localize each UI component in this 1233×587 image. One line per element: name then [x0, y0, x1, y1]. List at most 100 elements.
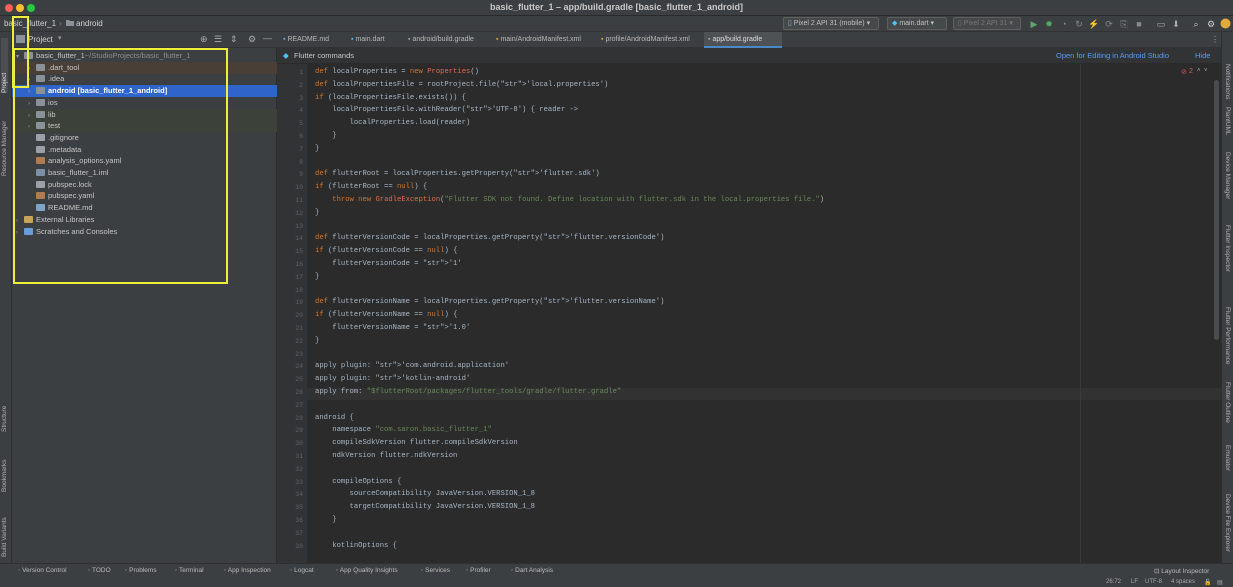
- flutter-attach-icon[interactable]: ⎘: [1118, 18, 1130, 30]
- editor-tab-label: main/AndroidManifest.xml: [500, 36, 581, 43]
- search-icon[interactable]: ⌕: [1190, 18, 1202, 30]
- code-line[interactable]: flutterVersionName = "str">'1.0': [315, 324, 470, 332]
- status-tool-button[interactable]: ◦ Logcat: [290, 567, 314, 574]
- editor-scrollbar[interactable]: [1214, 80, 1219, 340]
- emulator-tool-button[interactable]: Emulator: [1224, 445, 1231, 471]
- file-encoding[interactable]: UTF-8: [1145, 579, 1162, 585]
- code-line[interactable]: if (flutterVersionName == null) {: [315, 311, 457, 319]
- plantuml-tool-button[interactable]: PlantUML: [1224, 107, 1231, 136]
- status-tool-button[interactable]: ◦ Dart Analysis: [511, 567, 553, 574]
- bookmarks-tool-button[interactable]: Bookmarks: [1, 447, 8, 492]
- memory-indicator-icon[interactable]: ▤: [1217, 579, 1223, 586]
- settings-icon[interactable]: ⚙: [1205, 18, 1217, 30]
- chevron-down-icon[interactable]: ▾: [58, 34, 62, 42]
- device-manager-tool-button[interactable]: Device Manager: [1224, 152, 1231, 199]
- code-line[interactable]: ndkVersion flutter.ndkVersion: [315, 452, 457, 460]
- code-line[interactable]: apply plugin: "str">'com.android.applica…: [315, 362, 509, 370]
- debug-icon[interactable]: ✹: [1043, 18, 1055, 30]
- locate-icon[interactable]: ⊕: [200, 34, 208, 45]
- flutter-performance-tool-button[interactable]: Flutter Performance: [1224, 307, 1231, 364]
- hot-reload-icon[interactable]: ⚡: [1088, 18, 1100, 30]
- hot-restart-icon[interactable]: ⟳: [1103, 18, 1115, 30]
- editor-tab[interactable]: ▪ main/AndroidManifest.xml: [492, 32, 595, 48]
- code-line[interactable]: namespace "com.saron.basic_flutter_1": [315, 426, 492, 434]
- project-tool-button[interactable]: Project: [1, 38, 8, 93]
- code-line[interactable]: apply from: "$flutterRoot/packages/flutt…: [315, 388, 621, 396]
- code-line[interactable]: }: [315, 132, 336, 140]
- code-line[interactable]: compileSdkVersion flutter.compileSdkVers…: [315, 439, 517, 447]
- layout-inspector-label: Layout Inspector: [1161, 568, 1210, 575]
- chevron-down-icon[interactable]: ˅: [1204, 68, 1208, 74]
- code-line[interactable]: }: [315, 145, 319, 153]
- run-config-selector[interactable]: ◆ main.dart ▾: [887, 17, 947, 30]
- status-tool-button[interactable]: ◦ App Quality Insights: [336, 567, 398, 574]
- attach-debugger-icon[interactable]: ↻: [1073, 18, 1085, 30]
- code-line[interactable]: kotlinOptions {: [315, 542, 397, 550]
- code-line[interactable]: def flutterRoot = localProperties.getPro…: [315, 170, 600, 178]
- chevron-up-icon[interactable]: ˄: [1197, 68, 1201, 74]
- collapse-all-icon[interactable]: ⇕: [230, 34, 238, 45]
- cursor-position[interactable]: 26:72: [1106, 579, 1121, 585]
- status-tool-button[interactable]: ◦ Problems: [125, 567, 157, 574]
- status-tool-button[interactable]: ◦ Services: [421, 567, 450, 574]
- open-for-editing-link[interactable]: Open for Editing in Android Studio: [1056, 48, 1169, 64]
- device-file-explorer-tool-button[interactable]: Device File Explorer: [1224, 494, 1231, 552]
- flutter-inspector-tool-button[interactable]: Flutter Inspector: [1224, 225, 1231, 272]
- code-line[interactable]: throw new GradleException("Flutter SDK n…: [315, 196, 824, 204]
- indent-setting[interactable]: 4 spaces: [1171, 579, 1195, 585]
- layout-inspector-button[interactable]: ⊡ Layout Inspector: [1154, 567, 1209, 575]
- code-line[interactable]: android {: [315, 414, 354, 422]
- lock-icon[interactable]: 🔓: [1204, 579, 1211, 586]
- code-line[interactable]: localProperties.load(reader): [315, 119, 471, 127]
- code-line[interactable]: compileOptions {: [315, 478, 401, 486]
- status-tool-button[interactable]: ◦ Profiler: [466, 567, 491, 574]
- status-tool-button[interactable]: ◦ Terminal: [175, 567, 204, 574]
- notifications-tool-button[interactable]: Notifications: [1224, 64, 1231, 99]
- code-line[interactable]: localPropertiesFile.withReader("str">'UT…: [315, 106, 578, 114]
- editor-tab[interactable]: ▪ README.md: [279, 32, 345, 48]
- code-line[interactable]: flutterVersionCode = "str">'1': [315, 260, 461, 268]
- stop-icon[interactable]: ■: [1133, 18, 1145, 30]
- gear-icon[interactable]: ⚙: [248, 34, 256, 45]
- avatar[interactable]: [1219, 18, 1231, 30]
- code-line[interactable]: if (localPropertiesFile.exists()) {: [315, 94, 466, 102]
- code-line[interactable]: if (flutterVersionCode == null) {: [315, 247, 457, 255]
- code-line[interactable]: }: [315, 273, 319, 281]
- build-variants-tool-button[interactable]: Build Variants: [1, 502, 8, 557]
- device-manager-icon[interactable]: ▭: [1155, 18, 1167, 30]
- code-line[interactable]: targetCompatibility JavaVersion.VERSION_…: [315, 503, 535, 511]
- target-selector[interactable]: ▯ Pixel 2 API 31 ▾: [953, 17, 1021, 30]
- structure-tool-button[interactable]: Structure: [1, 392, 8, 432]
- sdk-manager-icon[interactable]: ⬇: [1170, 18, 1182, 30]
- expand-all-icon[interactable]: ☰: [214, 34, 222, 45]
- code-line[interactable]: if (flutterRoot == null) {: [315, 183, 427, 191]
- code-line[interactable]: }: [315, 337, 319, 345]
- run-icon[interactable]: ▶: [1028, 18, 1040, 30]
- more-tabs-icon[interactable]: ⋮: [1211, 35, 1219, 44]
- warning-icon[interactable]: ⊘: [1181, 68, 1187, 76]
- profile-icon[interactable]: ◔: [1058, 18, 1070, 30]
- code-line[interactable]: }: [315, 209, 319, 217]
- status-tool-button[interactable]: ◦ TODO: [88, 567, 111, 574]
- resource-manager-tool-button[interactable]: Resource Manager: [1, 106, 8, 176]
- code-line[interactable]: def flutterVersionCode = localProperties…: [315, 234, 664, 242]
- code-line[interactable]: sourceCompatibility JavaVersion.VERSION_…: [315, 490, 535, 498]
- code-line[interactable]: apply plugin: "str">'kotlin-android': [315, 375, 470, 383]
- editor-tab[interactable]: ▪ android/build.gradle: [404, 32, 490, 48]
- editor-tab[interactable]: ▪ app/build.gradle: [704, 32, 782, 48]
- editor-tab[interactable]: ▪ profile/AndroidManifest.xml: [597, 32, 702, 48]
- hide-banner-link[interactable]: Hide: [1195, 48, 1210, 64]
- line-separator[interactable]: LF: [1131, 579, 1138, 585]
- status-tool-button[interactable]: ◦ Version Control: [18, 567, 67, 574]
- code-line[interactable]: }: [315, 516, 336, 524]
- project-panel-title[interactable]: Project: [28, 35, 53, 44]
- code-line[interactable]: def localProperties = new Properties(): [315, 68, 479, 76]
- breadcrumb-folder[interactable]: android: [76, 19, 103, 28]
- status-tool-button[interactable]: ◦ App Inspection: [224, 567, 271, 574]
- device-selector[interactable]: ▯ Pixel 2 API 31 (mobile) ▾: [783, 17, 879, 30]
- hide-panel-icon[interactable]: —: [263, 33, 272, 43]
- editor-tab[interactable]: ▪ main.dart: [347, 32, 402, 48]
- flutter-outline-tool-button[interactable]: Flutter Outline: [1224, 382, 1231, 423]
- code-line[interactable]: def localPropertiesFile = rootProject.fi…: [315, 81, 608, 89]
- code-line[interactable]: def flutterVersionName = localProperties…: [315, 298, 664, 306]
